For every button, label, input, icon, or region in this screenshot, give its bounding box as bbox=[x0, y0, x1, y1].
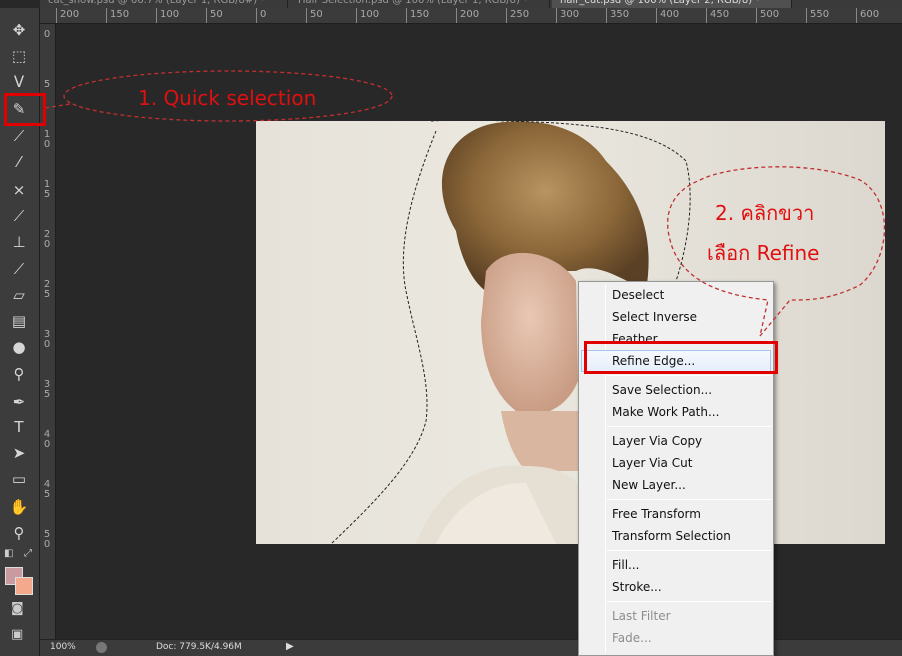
step2-label-line2: เลือก Refine bbox=[707, 241, 820, 265]
quick-selection-highlight bbox=[4, 93, 46, 126]
step1-label: 1. Quick selection bbox=[138, 86, 317, 110]
step2-label-line1: 2. คลิกขวา bbox=[715, 201, 815, 225]
step1-pointer bbox=[44, 103, 71, 109]
annotation-overlay bbox=[44, 70, 886, 337]
refine-edge-highlight bbox=[584, 341, 778, 374]
photoshop-window: cat_snow.psd @ 66.7% (Layer 1, RGB/8#) *… bbox=[0, 0, 902, 656]
